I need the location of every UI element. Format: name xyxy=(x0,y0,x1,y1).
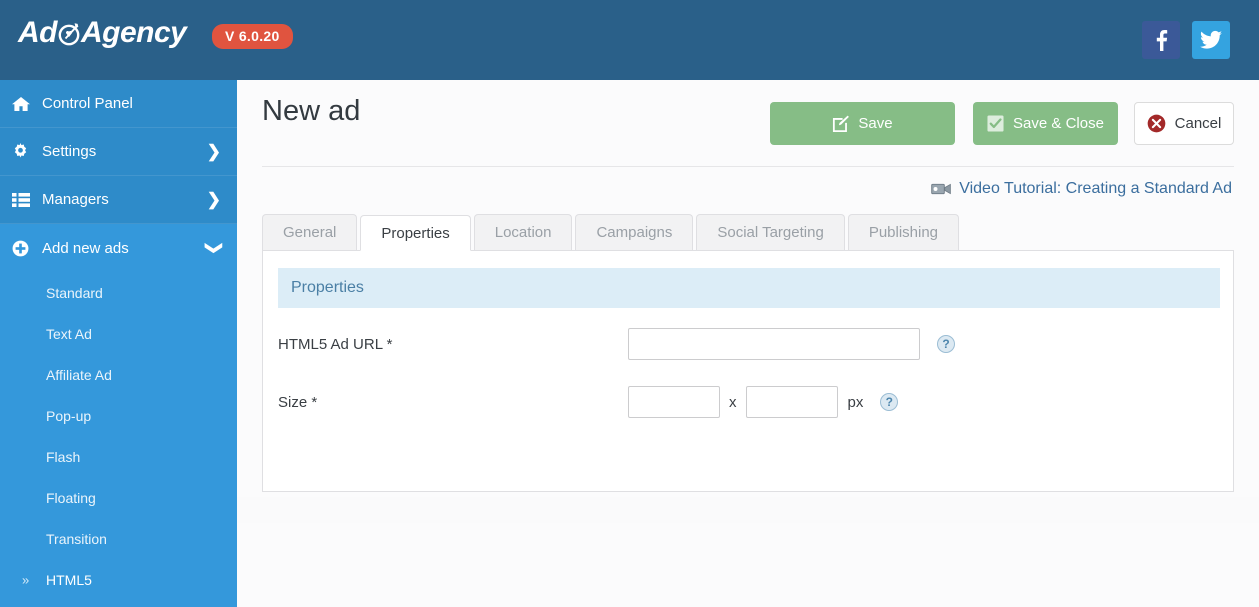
tab-label: General xyxy=(283,224,337,241)
twitter-icon[interactable] xyxy=(1192,21,1230,59)
sidebar-subitem-label: Pop-up xyxy=(46,407,92,424)
sidebar-item-label: Managers xyxy=(42,191,109,208)
chevron-right-icon: ❯ xyxy=(206,141,221,161)
size-label: Size * xyxy=(278,393,318,411)
help-icon[interactable]: ? xyxy=(937,335,955,353)
tab-bar: General Properties Location Campaigns So… xyxy=(262,214,1234,251)
chevron-right-icon: ❯ xyxy=(206,189,221,209)
sidebar-item-label: Settings xyxy=(42,143,97,160)
sidebar-subitem-label: Standard xyxy=(46,284,103,301)
tab-label: Publishing xyxy=(868,224,939,241)
cancel-button[interactable]: Cancel xyxy=(1134,102,1234,145)
sidebar-item-label: Add new ads xyxy=(42,239,129,257)
brand-logo[interactable]: Ad Agency xyxy=(18,16,187,50)
sidebar-subitem-floating[interactable]: Floating xyxy=(0,477,237,518)
tab-label: Properties xyxy=(381,224,450,242)
sidebar-subitem-label: HTML5 xyxy=(46,571,92,588)
video-camera-icon xyxy=(931,182,952,196)
save-button[interactable]: Save xyxy=(770,102,955,145)
gear-icon xyxy=(12,143,34,161)
size-separator: x xyxy=(729,393,737,411)
tab-general[interactable]: General xyxy=(262,214,358,250)
sidebar-subitem-standard[interactable]: Standard xyxy=(0,272,237,313)
checkbox-checked-icon xyxy=(987,115,1004,132)
close-circle-icon xyxy=(1147,114,1166,133)
save-close-button[interactable]: Save & Close xyxy=(973,102,1118,145)
size-unit-label: px xyxy=(847,393,864,411)
size-height-input[interactable] xyxy=(745,386,838,418)
bottom-strip xyxy=(237,497,1259,523)
tab-location[interactable]: Location xyxy=(473,214,573,250)
sidebar-subitem-transition[interactable]: Transition xyxy=(0,518,237,559)
form-row-html5-url: HTML5 Ad URL * ? xyxy=(278,328,1220,360)
sidebar: Control Panel Settings ❯ Managers ❯ Add … xyxy=(0,80,237,607)
sidebar-item-label: Control Panel xyxy=(42,95,133,112)
sidebar-item-control-panel[interactable]: Control Panel xyxy=(0,80,237,128)
sidebar-item-add-new-ads[interactable]: Add new ads ❯ xyxy=(0,224,237,272)
tab-social-targeting[interactable]: Social Targeting xyxy=(696,214,845,250)
list-icon xyxy=(12,191,34,209)
tab-label: Location xyxy=(494,224,552,241)
sidebar-subitem-text-ad[interactable]: Text Ad xyxy=(0,313,237,354)
title-divider xyxy=(262,166,1234,167)
video-tutorial-link[interactable]: Video Tutorial: Creating a Standard Ad xyxy=(931,180,1232,198)
plus-circle-icon xyxy=(12,239,34,257)
sidebar-subitem-label: Floating xyxy=(46,489,96,506)
tab-properties[interactable]: Properties xyxy=(360,215,471,251)
tab-label: Campaigns xyxy=(596,224,673,241)
video-tutorial-label: Video Tutorial: Creating a Standard Ad xyxy=(959,180,1232,197)
size-width-input[interactable] xyxy=(628,386,720,418)
version-badge: V 6.0.20 xyxy=(212,24,293,49)
main-content: New ad Save Save & Close Cancel Video Tu… xyxy=(237,80,1259,607)
properties-section-header: Properties xyxy=(278,268,1220,308)
sidebar-item-settings[interactable]: Settings ❯ xyxy=(0,128,237,176)
sidebar-subitem-html5[interactable]: » HTML5 xyxy=(0,559,237,600)
edit-square-icon xyxy=(832,115,850,132)
form-row-size: Size * x px ? xyxy=(278,386,1220,418)
top-header: Ad Agency V 6.0.20 xyxy=(0,0,1259,80)
html5-url-input[interactable] xyxy=(628,328,920,360)
facebook-icon[interactable] xyxy=(1142,21,1180,59)
sidebar-subitem-flash[interactable]: Flash xyxy=(0,436,237,477)
properties-panel: Properties HTML5 Ad URL * ? Size * x px … xyxy=(262,250,1234,492)
help-icon[interactable]: ? xyxy=(880,393,899,411)
sidebar-item-managers[interactable]: Managers ❯ xyxy=(0,176,237,224)
page-title: New ad xyxy=(262,95,361,127)
tab-publishing[interactable]: Publishing xyxy=(847,214,960,250)
tab-campaigns[interactable]: Campaigns xyxy=(575,214,694,250)
html5-url-label: HTML5 Ad URL * xyxy=(278,335,393,353)
sidebar-subitem-label: Affiliate Ad xyxy=(46,366,112,383)
home-icon xyxy=(12,95,34,113)
sidebar-subitem-label: Text Ad xyxy=(46,325,92,342)
sidebar-subitem-pop-up[interactable]: Pop-up xyxy=(0,395,237,436)
save-close-button-label: Save & Close xyxy=(1013,115,1104,132)
tab-label: Social Targeting xyxy=(717,224,824,241)
active-marker-icon: » xyxy=(22,572,30,587)
cancel-button-label: Cancel xyxy=(1174,115,1222,132)
chevron-down-icon: ❯ xyxy=(204,240,224,256)
target-bullseye-arrow-icon xyxy=(56,20,82,46)
sidebar-subitem-label: Flash xyxy=(46,448,81,465)
sidebar-subitem-label: Transition xyxy=(46,530,107,547)
brand-name-prefix: Ad xyxy=(18,16,58,49)
brand-name-suffix: Agency xyxy=(81,16,187,49)
sidebar-subitem-affiliate-ad[interactable]: Affiliate Ad xyxy=(0,354,237,395)
save-button-label: Save xyxy=(858,115,893,132)
